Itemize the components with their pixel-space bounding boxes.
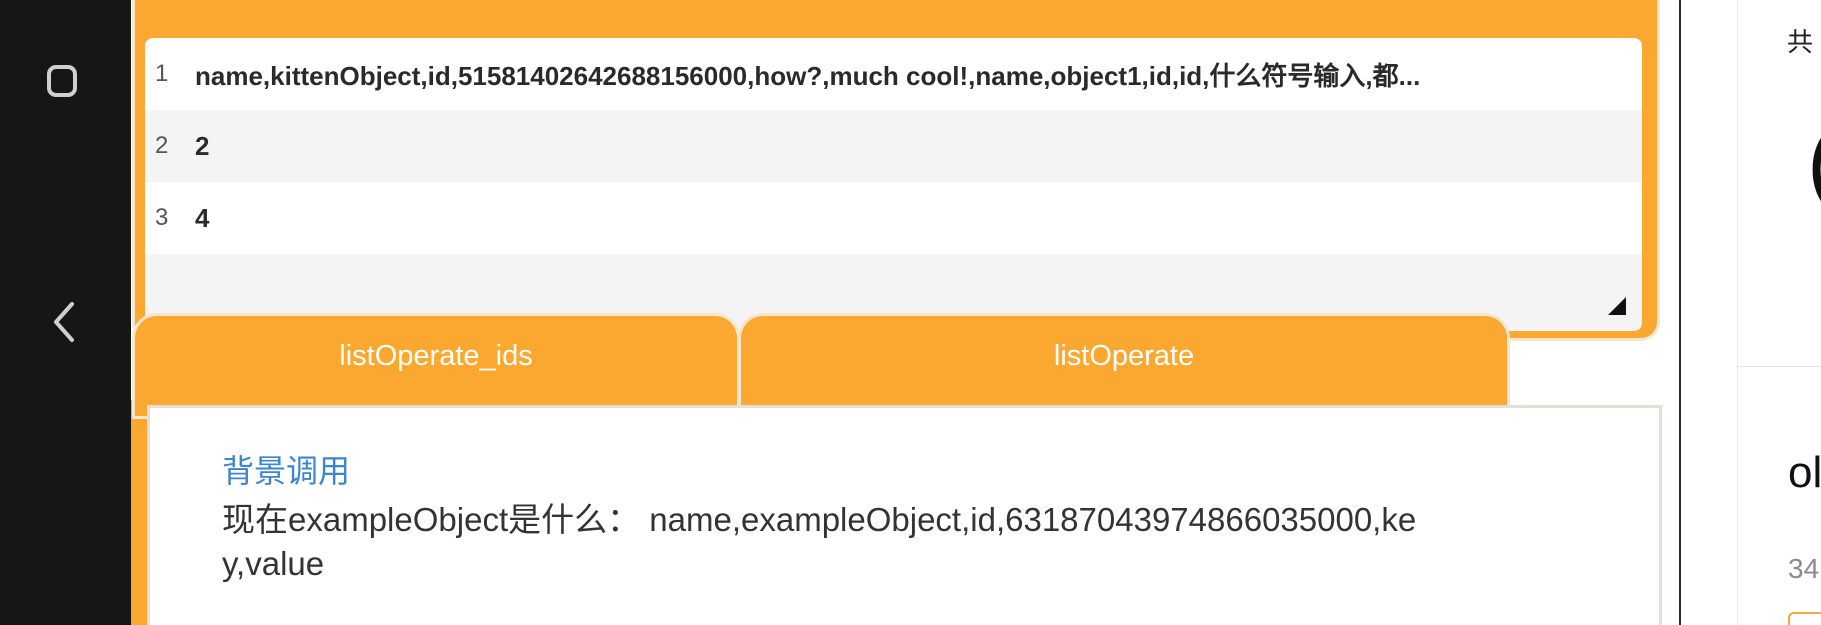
text-line: 1 name,kittenObject,id,51581402642688156… xyxy=(145,38,1642,110)
text-line: 2 2 xyxy=(145,110,1642,182)
line-number: 1 xyxy=(155,60,169,87)
tab-label: listOperate xyxy=(1053,340,1195,372)
chevron-left-icon[interactable] xyxy=(46,300,82,344)
right-sidebar: 共 ( ol 34 xyxy=(1681,0,1821,625)
line-number: 2 xyxy=(155,132,169,159)
screen: 1 name,kittenObject,id,51581402642688156… xyxy=(0,0,1821,625)
sidebar-item-title[interactable]: ol xyxy=(1788,448,1821,498)
card-body-text: 现在exampleObject是什么： name,exampleObject,i… xyxy=(222,501,1417,582)
divider xyxy=(1737,366,1821,367)
system-navigation-bar xyxy=(0,0,131,625)
tab-listoperate-ids[interactable]: listOperate_ids xyxy=(135,316,737,416)
multiline-text-area[interactable]: 1 name,kittenObject,id,51581402642688156… xyxy=(145,38,1642,331)
content-card: 背景调用 现在exampleObject是什么： name,exampleObj… xyxy=(147,405,1662,625)
line-number: 3 xyxy=(155,204,169,231)
tab-label: listOperate_ids xyxy=(339,340,533,372)
sidebar-heading-char: 共 xyxy=(1787,27,1814,57)
text-line: 3 4 xyxy=(145,182,1642,254)
sidebar-paren: ( xyxy=(1807,118,1821,208)
sidebar-item-count: 34 xyxy=(1788,553,1820,584)
sidebar-badge xyxy=(1788,612,1821,625)
line-text: 2 xyxy=(195,130,210,161)
square-icon[interactable] xyxy=(47,65,77,97)
line-text: 4 xyxy=(195,202,210,233)
tab-listoperate[interactable]: listOperate xyxy=(741,316,1507,416)
line-text: name,kittenObject,id,5158140264268815600… xyxy=(195,60,1421,91)
resize-handle-icon[interactable] xyxy=(1608,297,1626,315)
divider xyxy=(1737,0,1738,625)
card-title: 背景调用 xyxy=(222,453,351,489)
